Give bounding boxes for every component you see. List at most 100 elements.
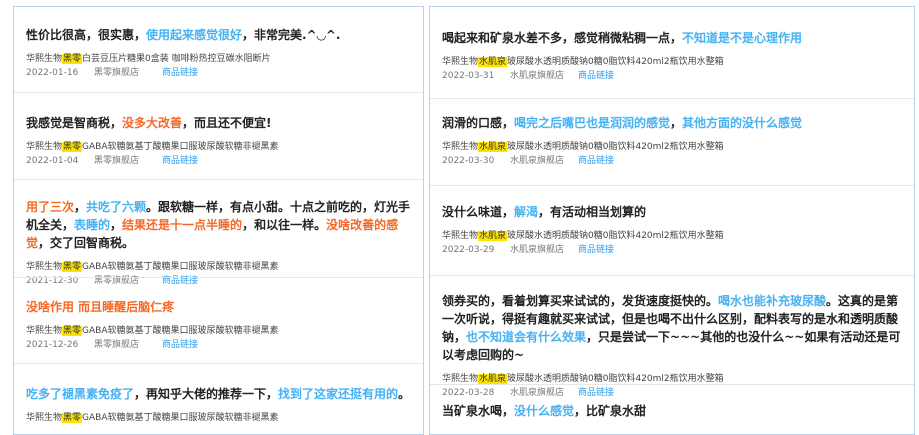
review-date: 2022-01-04 [26, 156, 79, 166]
review-item: 我感觉是智商税，没多大改善，而且还不便宜! 华熙生物黑零GABA软糖氨基丁酸糖果口… [14, 114, 423, 168]
product-description: 白芸豆压片糖果0盒装 咖啡粉热控豆碳水阻断片 [82, 54, 271, 64]
highlighted-phrase: 没什么感觉 [514, 404, 575, 418]
review-text-segment: 润滑的口感， [442, 116, 515, 130]
review-text-segment: 喝起来和矿泉水差不多，感觉稍微粘稠一点， [442, 31, 683, 45]
review-meta: 2022-01-04 黑零旗舰店 商品链接 [26, 154, 411, 168]
review-item: 当矿泉水喝，没什么感觉，比矿泉水甜 [430, 402, 914, 420]
review-text-segment: 领券买的，看着划算买来试试的，发货速度挺快的。 [442, 294, 719, 308]
highlighted-phrase: 没多大改善 [122, 116, 183, 130]
product-keyword-highlight: 水肌泉 [478, 142, 508, 152]
review-meta: 2022-01-16 黑零旗舰店 商品链接 [26, 66, 411, 80]
store-name: 水肌泉旗舰店 [510, 245, 565, 255]
highlighted-phrase: 使用起来感觉很好 [146, 28, 243, 42]
highlighted-phrase: 喝水也能补充玻尿酸 [718, 294, 827, 308]
product-brand: 华熙生物 [26, 413, 63, 423]
review-date: 2022-03-28 [442, 388, 495, 398]
review-text-segment: 性价比很高，很实惠， [26, 28, 147, 42]
product-description: GABA软糖氨基丁酸糖果口服玻尿酸软糖非褪黑素 [82, 262, 279, 272]
review-meta: 2022-03-30 水肌泉旗舰店 商品链接 [442, 154, 902, 168]
product-link[interactable]: 商品链接 [578, 386, 614, 400]
review-text-segment: ，而且还不便宜! [182, 116, 272, 130]
highlighted-phrase: 共吃了六颗 [86, 200, 147, 214]
review-divider [14, 363, 423, 364]
review-text-segment: ， [110, 218, 123, 232]
highlighted-phrase: 结果还是十一点半睡的 [122, 218, 243, 232]
review-text: 当矿泉水喝，没什么感觉，比矿泉水甜 [442, 402, 902, 420]
product-brand: 华熙生物 [442, 231, 479, 241]
review-item: 没啥作用 而且睡醒后脑仁疼华熙生物黑零GABA软糖氨基丁酸糖果口服玻尿酸软糖非褪… [14, 298, 423, 352]
product-keyword-highlight: 黑零 [62, 54, 83, 64]
highlighted-phrase: 喝完之后嘴巴也是润润的感觉 [514, 116, 671, 130]
review-text: 我感觉是智商税，没多大改善，而且还不便宜! [26, 114, 411, 132]
review-meta: 2022-03-31 水肌泉旗舰店 商品链接 [442, 69, 902, 83]
review-text-segment: ，比矿泉水甜 [574, 404, 647, 418]
product-description: 玻尿酸水透明质酸钠0糖0脂饮料420ml2瓶饮用水整箱 [507, 231, 724, 241]
review-divider [430, 98, 914, 99]
review-meta: 2022-03-29 水肌泉旗舰店 商品链接 [442, 243, 902, 257]
product-link[interactable]: 商品链接 [162, 154, 198, 168]
review-text-segment: 。 [398, 387, 411, 401]
product-keyword-highlight: 水肌泉 [478, 231, 508, 241]
store-name: 黑零旗舰店 [94, 68, 140, 78]
store-name: 水肌泉旗舰店 [510, 156, 565, 166]
review-text: 吃多了褪黑素免疫了，再知乎大佬的推荐一下，找到了这家还挺有用的。 [26, 385, 411, 403]
product-name: 华熙生物水肌泉玻尿酸水透明质酸钠0糖0脂饮料420ml2瓶饮用水整箱 [442, 55, 902, 69]
review-text-segment: ， [74, 200, 87, 214]
highlighted-phrase: 找到了这家还挺有用的 [278, 387, 399, 401]
review-item: 性价比很高，很实惠，使用起来感觉很好，非常完美.^◡^. 华熙生物黑零白芸豆压片糖… [14, 26, 423, 80]
product-keyword-highlight: 水肌泉 [478, 374, 508, 384]
store-name: 水肌泉旗舰店 [510, 71, 565, 81]
review-text-segment: ， [670, 116, 683, 130]
highlighted-phrase: 没啥作用 而且睡醒后脑仁疼 [26, 300, 175, 314]
product-name: 华熙生物水肌泉玻尿酸水透明质酸钠0糖0脂饮料420ml2瓶饮用水整箱 [442, 140, 902, 154]
highlighted-phrase: 也不知道会有什么 [466, 330, 563, 344]
product-description: GABA软糖氨基丁酸糖果口服玻尿酸软糖非褪黑素 [82, 326, 279, 336]
product-link[interactable]: 商品链接 [578, 154, 614, 168]
product-link[interactable]: 商品链接 [162, 338, 198, 352]
product-name: 华熙生物黑零白芸豆压片糖果0盒装 咖啡粉热控豆碳水阻断片 [26, 52, 411, 66]
product-link[interactable]: 商品链接 [578, 243, 614, 257]
review-item: 喝起来和矿泉水差不多，感觉稍微粘稠一点，不知道是不是心理作用华熙生物水肌泉玻尿酸… [430, 29, 914, 83]
product-description: 玻尿酸水透明质酸钠0糖0脂饮料420ml2瓶饮用水整箱 [507, 57, 724, 67]
left-review-panel: 性价比很高，很实惠，使用起来感觉很好，非常完美.^◡^. 华熙生物黑零白芸豆压片糖… [13, 6, 424, 435]
review-date: 2022-01-16 [26, 68, 79, 78]
review-text-segment: 没什么味道， [442, 205, 515, 219]
highlighted-phrase: 表睡的 [74, 218, 111, 232]
review-text: 喝起来和矿泉水差不多，感觉稍微粘稠一点，不知道是不是心理作用 [442, 29, 902, 47]
review-text-segment: 当矿泉水喝， [442, 404, 515, 418]
review-divider [14, 277, 423, 278]
review-item: 没什么味道，解渴，有活动相当划算的华熙生物水肌泉玻尿酸水透明质酸钠0糖0脂饮料4… [430, 203, 914, 257]
product-keyword-highlight: 黑零 [62, 262, 83, 272]
review-date: 2021-12-26 [26, 340, 79, 350]
highlighted-phrase: 吃多了褪黑素免疫了 [26, 387, 135, 401]
review-text: 领券买的，看着划算买来试试的，发货速度挺快的。喝水也能补充玻尿酸。这真的是第一次… [442, 292, 902, 364]
product-link[interactable]: 商品链接 [578, 69, 614, 83]
review-text: 润滑的口感，喝完之后嘴巴也是润润的感觉，其他方面的没什么感觉 [442, 114, 902, 132]
review-text-segment: ，有活动相当划算的 [538, 205, 647, 219]
product-name: 华熙生物黑零GABA软糖氨基丁酸糖果口服玻尿酸软糖非褪黑素 [26, 324, 411, 338]
store-name: 水肌泉旗舰店 [510, 388, 565, 398]
product-brand: 华熙生物 [26, 142, 63, 152]
product-brand: 华熙生物 [442, 57, 479, 67]
review-text: 用了三次，共吃了六颗。跟软糖一样，有点小甜。十点之前吃的，灯光手机全关，表睡的，… [26, 198, 411, 252]
product-link[interactable]: 商品链接 [162, 66, 198, 80]
review-item: 吃多了褪黑素免疫了，再知乎大佬的推荐一下，找到了这家还挺有用的。华熙生物黑零GA… [14, 385, 423, 425]
review-text-segment: ，再知乎大佬的推荐一下， [134, 387, 279, 401]
review-divider [14, 92, 423, 93]
right-review-panel: 喝起来和矿泉水差不多，感觉稍微粘稠一点，不知道是不是心理作用 华熙生物水肌泉玻尿酸… [429, 6, 915, 435]
review-divider [14, 179, 423, 180]
product-keyword-highlight: 黑零 [62, 326, 83, 336]
highlighted-phrase: 效果 [562, 330, 587, 344]
product-brand: 华熙生物 [26, 54, 63, 64]
store-name: 黑零旗舰店 [94, 340, 140, 350]
review-item: 用了三次，共吃了六颗。跟软糖一样，有点小甜。十点之前吃的，灯光手机全关，表睡的，… [14, 198, 423, 288]
product-name: 华熙生物黑零GABA软糖氨基丁酸糖果口服玻尿酸软糖非褪黑素 [26, 411, 411, 425]
product-keyword-highlight: 水肌泉 [478, 57, 508, 67]
product-description: 玻尿酸水透明质酸钠0糖0脂饮料420ml2瓶饮用水整箱 [507, 142, 724, 152]
review-text: 没什么味道，解渴，有活动相当划算的 [442, 203, 902, 221]
review-text-segment: ，非常完美.^◡^. [242, 28, 341, 42]
review-text-segment: 我感觉是智商税， [26, 116, 123, 130]
highlighted-phrase: 不知道是不是心理作用 [682, 31, 803, 45]
product-name: 华熙生物水肌泉玻尿酸水透明质酸钠0糖0脂饮料420ml2瓶饮用水整箱 [442, 229, 902, 243]
highlighted-phrase: 解渴 [514, 205, 539, 219]
